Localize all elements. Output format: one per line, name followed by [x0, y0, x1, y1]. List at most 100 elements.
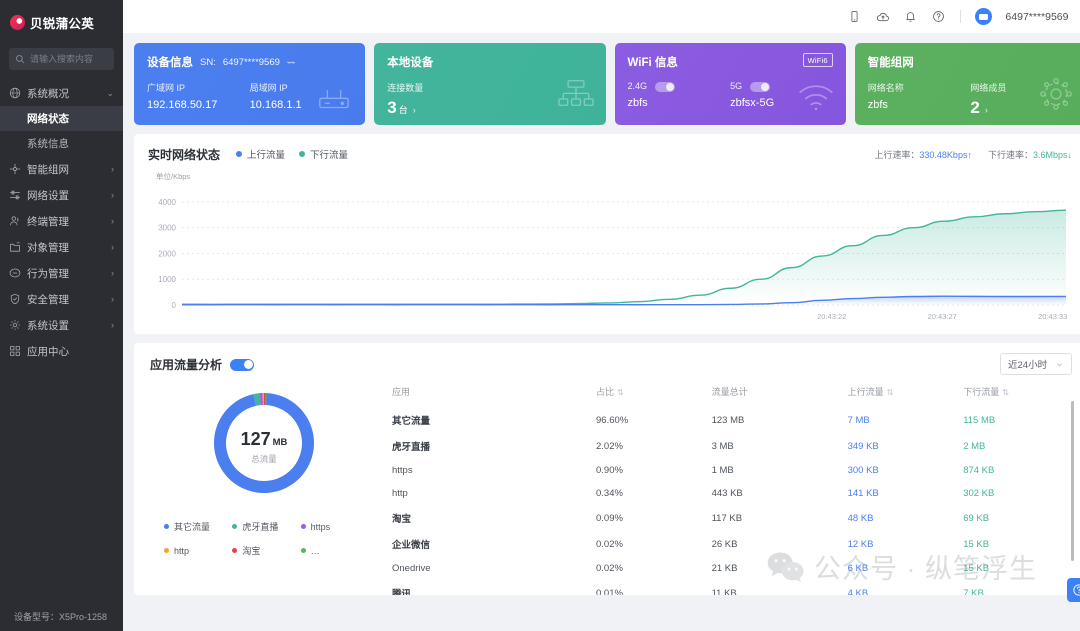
table-row[interactable]: Onedrive 0.02% 21 KB 6 KB 15 KB: [392, 557, 1072, 580]
sidebar-item-network-settings[interactable]: 网络设置 ›: [0, 182, 123, 208]
wifi6-badge: WiFi6: [802, 53, 833, 67]
band-24-label: 2.4G: [627, 81, 648, 91]
cell-download: 2 MB: [963, 440, 986, 452]
table-row[interactable]: https 0.90% 1 MB 300 KB 874 KB: [392, 459, 1072, 482]
card-sn-label: SN:: [200, 56, 216, 68]
legend-upload[interactable]: 上行流量: [236, 147, 285, 161]
donut-legend-item[interactable]: http: [164, 544, 232, 557]
chevron-down-icon: ⌄: [106, 87, 114, 98]
topbar: 6497****9569 ▾: [123, 0, 1080, 33]
sidebar-item-system-settings[interactable]: 系统设置 ›: [0, 312, 123, 338]
table-scrollbar[interactable]: [1071, 401, 1074, 561]
time-range-select[interactable]: 近24小时: [1000, 353, 1072, 375]
band-24-toggle[interactable]: [654, 81, 675, 92]
table-row[interactable]: 虎牙直播 2.02% 3 MB 349 KB 2 MB: [392, 433, 1072, 459]
connection-count-row: 3 台 ›: [387, 99, 495, 118]
sidebar-search[interactable]: [9, 48, 114, 70]
donut-subtitle: 总流量: [251, 453, 277, 464]
panel-title: 实时网络状态: [148, 147, 221, 162]
network-name-label: 网络名称: [867, 83, 904, 93]
sidebar-item-system-overview[interactable]: 系统概况 ⌄: [0, 80, 123, 106]
chevron-right-icon[interactable]: ›: [985, 105, 988, 115]
card-smart-network[interactable]: 智能组网 网络名称 zbfs 网络成员 2 ›: [854, 43, 1080, 125]
topbar-username[interactable]: 6497****9569: [1005, 11, 1068, 23]
band-5-toggle[interactable]: [749, 81, 770, 92]
sidebar-item-app-center[interactable]: 应用中心: [0, 338, 123, 364]
search-input[interactable]: [30, 54, 108, 64]
col-header-download[interactable]: 下行流量 ⇅: [963, 379, 1072, 407]
legend-label: 其它流量: [174, 522, 211, 532]
cell-download: 115 MB: [963, 414, 996, 426]
cell-upload: 12 KB: [847, 538, 874, 550]
brand-logo[interactable]: 贝锐蒲公英: [0, 6, 123, 38]
donut-legend-item[interactable]: 淘宝: [232, 544, 300, 557]
cell-upload: 141 KB: [847, 488, 879, 499]
traffic-header: 应用流量分析: [150, 356, 1072, 373]
sidebar-item-object-management[interactable]: 对象管理 ›: [0, 234, 123, 260]
network-name-value: zbfs: [867, 99, 888, 111]
bell-icon[interactable]: [903, 9, 918, 24]
cloud-upload-icon[interactable]: [875, 9, 890, 24]
card-title: 设备信息: [147, 57, 193, 69]
traffic-analysis-toggle[interactable]: [230, 358, 255, 371]
main-area: 6497****9569 ▾ 设备信息 SN: 6497****9569 ⌁⌁ …: [123, 0, 1080, 631]
app-root: 贝锐蒲公英 系统概况 ⌄ 网络状态 系统信息: [0, 0, 1080, 631]
help-fab-button[interactable]: [1067, 578, 1080, 602]
sidebar-item-security-management[interactable]: 安全管理 ›: [0, 286, 123, 312]
donut-legend-item[interactable]: https: [300, 520, 369, 533]
mobile-icon[interactable]: [847, 9, 862, 24]
cell-app: 企业微信: [392, 540, 431, 551]
card-title: 本地设备: [387, 57, 434, 69]
legend-download[interactable]: 下行流量: [299, 147, 348, 161]
sort-icon[interactable]: ⇅: [887, 388, 894, 397]
question-circle-icon[interactable]: [931, 9, 946, 24]
card-device-info[interactable]: 设备信息 SN: 6497****9569 ⌁⌁ 广域网 IP 192.168.…: [134, 43, 366, 125]
cell-app: 淘宝: [392, 514, 412, 525]
upload-rate-group: 上行速率：330.48Kbps↑: [874, 145, 972, 163]
sidebar-item-behavior-management[interactable]: 行为管理 ›: [0, 260, 123, 286]
sidebar-item-label: 对象管理: [27, 241, 69, 254]
table-row[interactable]: 其它流量 96.60% 123 MB 7 MB 115 MB: [392, 407, 1072, 433]
table-row[interactable]: 腾讯 0.01% 11 KB 4 KB 7 KB: [392, 580, 1072, 596]
card-title: WiFi 信息: [627, 57, 678, 69]
band-24-block: 2.4G zbfs: [628, 81, 731, 109]
table-row[interactable]: 企业微信 0.02% 26 KB 12 KB 15 KB: [392, 531, 1072, 557]
sidebar-item-system-info[interactable]: 系统信息: [0, 131, 123, 156]
col-header-percent[interactable]: 占比 ⇅: [596, 379, 712, 407]
cell-upload: 349 KB: [847, 440, 879, 452]
legend-dot: [232, 548, 238, 553]
cell-percent: 0.02%: [596, 538, 623, 550]
chevron-right-icon: ›: [111, 242, 114, 252]
traffic-table-head: 应用 占比 ⇅ 流量总计 上行流量 ⇅ 下行流量 ⇅: [392, 379, 1072, 407]
page-content: 设备信息 SN: 6497****9569 ⌁⌁ 广域网 IP 192.168.…: [123, 33, 1080, 631]
legend-label: 虎牙直播: [242, 522, 279, 532]
sidebar-item-network-status[interactable]: 网络状态: [0, 106, 123, 131]
sort-icon[interactable]: ⇅: [1002, 388, 1009, 397]
card-wifi-info[interactable]: WiFi 信息 WiFi6 2.4G zbfs 5G zbfsx-5G: [614, 43, 846, 125]
card-local-device[interactable]: 本地设备 连接数量 3 台 ›: [374, 43, 606, 125]
sidebar-item-smart-network[interactable]: 智能组网 ›: [0, 156, 123, 182]
folder-icon: [9, 241, 21, 253]
cell-percent: 0.02%: [596, 563, 623, 574]
table-row[interactable]: 淘宝 0.09% 117 KB 48 KB 69 KB: [392, 505, 1072, 531]
legend-dot-upload: [236, 151, 243, 157]
cell-total: 11 KB: [711, 587, 737, 596]
avatar[interactable]: [975, 8, 993, 25]
legend-label: http: [174, 545, 190, 556]
cell-download: 302 KB: [963, 488, 995, 499]
time-range-value: 近24小时: [1008, 360, 1048, 371]
sidebar-item-terminal-management[interactable]: 终端管理 ›: [0, 208, 123, 234]
donut-legend-item[interactable]: …: [300, 544, 369, 557]
donut-legend-item[interactable]: 虎牙直播: [232, 520, 300, 533]
donut-legend-item[interactable]: 其它流量: [164, 520, 232, 533]
svg-text:4000: 4000: [158, 198, 176, 207]
svg-text:1000: 1000: [158, 275, 176, 284]
col-header-upload[interactable]: 上行流量 ⇅: [848, 379, 964, 407]
sidebar-item-label: 应用中心: [27, 345, 69, 358]
sort-icon[interactable]: ⇅: [617, 388, 624, 397]
copy-icon[interactable]: ⌁⌁: [287, 58, 296, 67]
chevron-right-icon[interactable]: ›: [413, 105, 416, 115]
network-member-count: 2: [970, 98, 980, 117]
legend-label: https: [310, 521, 331, 532]
table-row[interactable]: http 0.34% 443 KB 141 KB 302 KB: [392, 482, 1072, 505]
